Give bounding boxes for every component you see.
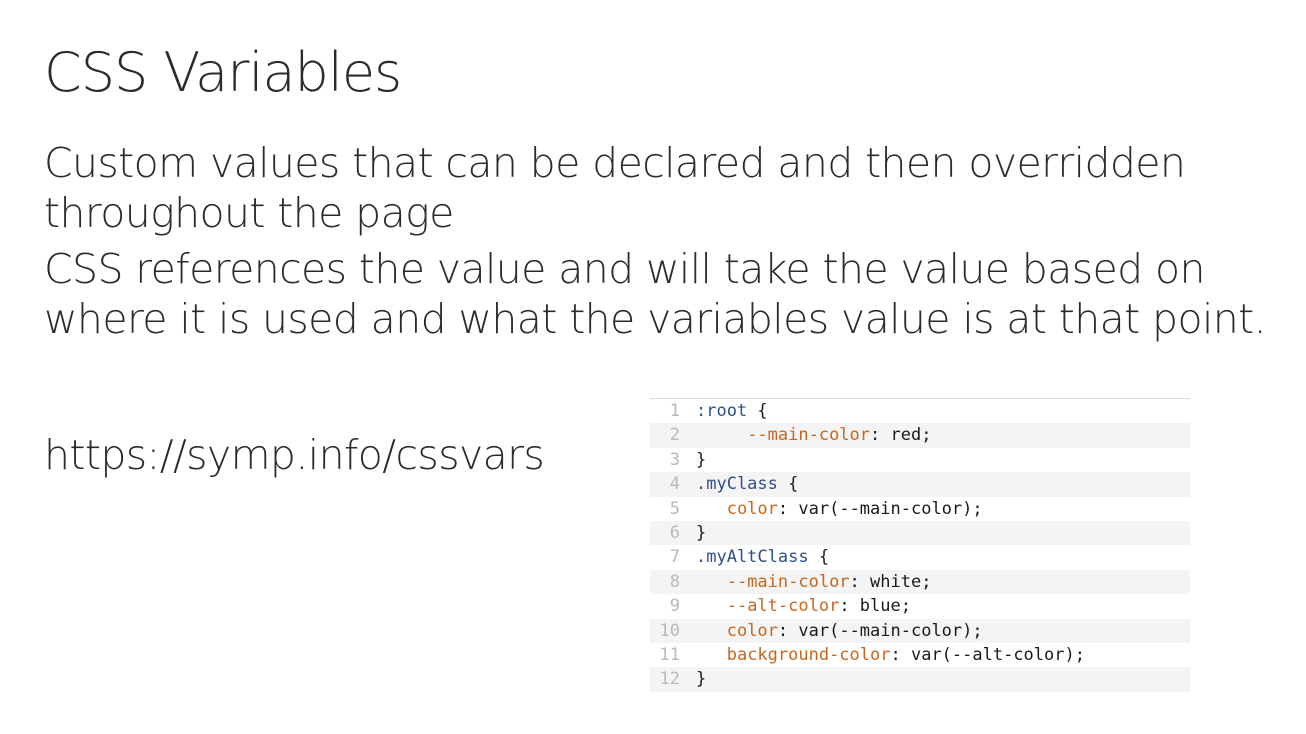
code-tail: ; xyxy=(972,620,983,641)
code-line: 5 color: var(--main-color); xyxy=(650,497,1190,521)
line-number: 2 xyxy=(669,425,680,446)
code-line: 10 color: var(--main-color); xyxy=(650,618,1190,643)
code-separator: : xyxy=(890,644,911,665)
code-content: } xyxy=(696,448,706,472)
code-content: .myAltClass { xyxy=(696,545,829,569)
slide-title: CSS Variables xyxy=(44,41,402,104)
code-value: blue xyxy=(859,596,901,617)
code-line: 8 --main-color: white; xyxy=(650,569,1190,595)
code-tail: ; xyxy=(972,498,983,519)
bullet-custom-values: Custom values that can be declared and t… xyxy=(44,139,1186,237)
code-content: color: var(--main-color); xyxy=(696,619,983,643)
code-value: var(--main-color) xyxy=(798,620,973,641)
code-content: --main-color: white; xyxy=(696,570,932,594)
code-tail: { xyxy=(777,474,799,495)
code-tail: ; xyxy=(921,425,932,446)
code-tail: } xyxy=(696,522,707,543)
line-number: 1 xyxy=(669,401,680,421)
code-line: 9 --alt-color: blue; xyxy=(650,594,1190,618)
code-content: --main-color: red; xyxy=(696,423,931,447)
code-separator: : xyxy=(777,620,799,641)
line-number: 9 xyxy=(669,596,680,617)
code-separator: : xyxy=(849,571,871,592)
code-content: } xyxy=(696,667,706,691)
code-content: } xyxy=(696,521,706,545)
code-property: color xyxy=(726,620,778,641)
code-selector: .myAltClass xyxy=(696,547,809,568)
line-number: 7 xyxy=(669,547,680,568)
code-content: :root { xyxy=(696,399,768,423)
code-line: 3 } xyxy=(650,448,1190,472)
code-tail: ; xyxy=(900,596,911,617)
code-selector: .myClass xyxy=(696,474,778,495)
code-content: --alt-color: blue; xyxy=(696,594,911,618)
bullet-css-references: CSS references the value and will take t… xyxy=(44,245,1267,343)
code-separator: : xyxy=(777,498,799,519)
code-selector: :root xyxy=(696,401,748,421)
code-line: 4 .myClass { xyxy=(650,472,1190,497)
code-value: var(--alt-color) xyxy=(910,644,1075,665)
code-property: --main-color xyxy=(726,571,850,592)
code-value: var(--main-color) xyxy=(798,498,973,519)
code-property: --alt-color xyxy=(726,596,840,617)
code-value: white xyxy=(870,571,922,592)
code-content: .myClass { xyxy=(696,472,798,496)
line-number: 4 xyxy=(669,474,680,495)
code-line: 12 } xyxy=(650,667,1190,692)
code-tail: ; xyxy=(921,571,932,592)
code-property: --main-color xyxy=(747,425,871,446)
code-line: 6 } xyxy=(650,520,1190,546)
code-property: color xyxy=(726,498,778,519)
code-tail: } xyxy=(696,669,707,690)
code-content: background-color: var(--alt-color); xyxy=(696,643,1085,667)
reference-link[interactable]: https://symp.info/cssvars xyxy=(44,430,545,480)
code-snippet: 1 :root { 2 --main-color: red; 3 } 4 .my… xyxy=(650,398,1190,692)
code-line: 11 background-color: var(--alt-color); xyxy=(650,643,1190,667)
code-property: background-color xyxy=(726,644,891,665)
code-tail: ; xyxy=(1074,644,1085,665)
line-number: 5 xyxy=(669,498,680,519)
code-separator: : xyxy=(870,425,891,446)
code-tail: { xyxy=(808,547,830,568)
code-line: 2 --main-color: red; xyxy=(650,423,1190,448)
code-line: 1 :root { xyxy=(650,399,1190,423)
code-line: 7 .myAltClass { xyxy=(650,545,1190,569)
line-number: 12 xyxy=(659,669,680,690)
code-tail: } xyxy=(696,449,707,470)
line-number: 11 xyxy=(659,644,680,665)
code-separator: : xyxy=(839,596,860,617)
code-tail: { xyxy=(747,401,768,421)
line-number: 3 xyxy=(669,449,680,470)
line-number: 10 xyxy=(659,620,680,641)
code-value: red xyxy=(890,425,922,446)
line-number: 6 xyxy=(669,522,680,543)
bullet-list: Custom values that can be declared and t… xyxy=(44,138,1284,350)
line-number: 8 xyxy=(669,571,680,592)
code-content: color: var(--main-color); xyxy=(696,497,983,521)
